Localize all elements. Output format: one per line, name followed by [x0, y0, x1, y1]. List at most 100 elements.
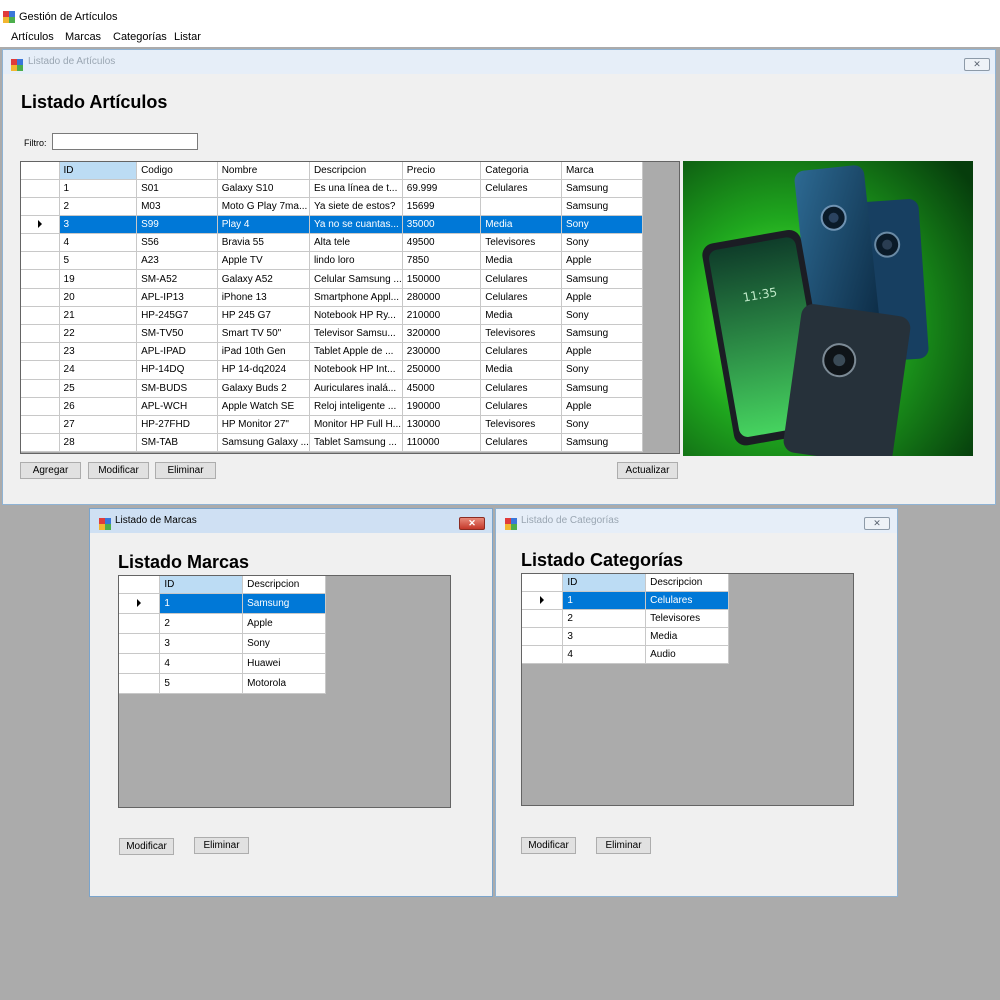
table-cell[interactable]: Smartphone Appl...	[309, 288, 403, 307]
table-cell[interactable]: Apple	[561, 251, 644, 271]
table-cell[interactable]: S99	[136, 215, 218, 235]
table-row[interactable]: 4 Huawei	[119, 653, 326, 674]
table-cell[interactable]: lindo loro	[309, 251, 403, 271]
table-cell[interactable]: Notebook HP Ry...	[309, 306, 403, 326]
row-header[interactable]	[21, 251, 60, 271]
row-header[interactable]	[21, 342, 60, 362]
table-row[interactable]: 1 Celulares	[522, 591, 729, 610]
table-cell[interactable]: Apple Watch SE	[217, 397, 310, 416]
table-cell[interactable]: Televisores	[480, 415, 562, 435]
row-header[interactable]	[21, 269, 60, 289]
table-cell[interactable]: Monitor HP Full H...	[309, 415, 403, 435]
table-cell[interactable]: 3	[562, 627, 647, 646]
row-header[interactable]	[119, 653, 161, 674]
table-cell[interactable]: Sony	[242, 633, 326, 654]
table-cell[interactable]: iPhone 13	[217, 288, 310, 307]
categorias-edit-button[interactable]: Modificar	[521, 837, 576, 854]
table-cell[interactable]: 3	[59, 215, 138, 235]
table-cell[interactable]: 25	[59, 379, 138, 398]
table-cell[interactable]: Sony	[561, 233, 644, 253]
table-cell[interactable]: Galaxy S10	[217, 179, 310, 198]
table-cell[interactable]: M03	[136, 197, 218, 216]
table-cell[interactable]: Ya no se cuantas...	[309, 215, 403, 235]
table-cell[interactable]: Samsung	[561, 269, 644, 289]
table-row[interactable]: 1 S01 Galaxy S10 Es una línea de t... 69.999…	[21, 179, 644, 198]
table-cell[interactable]: 19	[59, 269, 138, 289]
table-cell[interactable]: APL-WCH	[136, 397, 218, 416]
table-cell[interactable]: 230000	[402, 342, 482, 362]
table-cell[interactable]: SM-BUDS	[136, 379, 218, 398]
menu-marcas[interactable]: Marcas	[65, 31, 101, 43]
table-cell[interactable]: Es una línea de t...	[309, 179, 403, 198]
row-header[interactable]	[21, 379, 60, 398]
close-icon[interactable]: ✕	[459, 517, 485, 530]
row-header[interactable]	[21, 215, 60, 235]
table-cell[interactable]: Bravia 55	[217, 233, 310, 253]
column-header-descripcion[interactable]: Descripcion	[242, 576, 326, 594]
table-cell[interactable]: 4	[59, 233, 138, 253]
marcas-window-titlebar[interactable]: Listado de Marcas ✕	[90, 509, 492, 533]
table-cell[interactable]: 4	[159, 653, 244, 674]
row-header[interactable]	[21, 415, 60, 435]
marcas-grid[interactable]: ID Descripcion 1 Samsung 2 Apple 3 Sony 4 Huawe…	[118, 575, 451, 808]
table-cell[interactable]: 28	[59, 433, 138, 453]
table-cell[interactable]: 5	[159, 673, 244, 694]
table-cell[interactable]: 4	[562, 645, 647, 664]
articulos-grid[interactable]: ID Codigo Nombre Descripcion Precio Cate…	[20, 161, 680, 454]
table-cell[interactable]: 26	[59, 397, 138, 416]
table-cell[interactable]: 22	[59, 324, 138, 344]
row-header[interactable]	[522, 645, 564, 664]
table-cell[interactable]: Televisores	[480, 324, 562, 344]
table-cell[interactable]: 1	[159, 593, 244, 614]
table-row[interactable]: 26 APL-WCH Apple Watch SE Reloj inteligente…	[21, 397, 644, 416]
row-header[interactable]	[21, 179, 60, 198]
column-header-descripcion[interactable]: Descripcion	[645, 574, 729, 592]
table-cell[interactable]: HP-245G7	[136, 306, 218, 326]
table-cell[interactable]: Samsung	[561, 179, 644, 198]
table-row[interactable]: 19 SM-A52 Galaxy A52 Celular Samsung ... 150…	[21, 269, 644, 289]
row-header[interactable]	[522, 591, 564, 610]
categorias-delete-button[interactable]: Eliminar	[596, 837, 651, 854]
table-cell[interactable]: HP 245 G7	[217, 306, 310, 326]
table-cell[interactable]: 150000	[402, 269, 482, 289]
table-row[interactable]: 5 A23 Apple TV lindo loro 7850 Media Apple	[21, 251, 644, 271]
table-cell[interactable]: Media	[480, 306, 562, 326]
table-cell[interactable]: Media	[480, 251, 562, 271]
table-cell[interactable]: Samsung	[561, 324, 644, 344]
table-cell[interactable]: 280000	[402, 288, 482, 307]
table-cell[interactable]: Tablet Apple de ...	[309, 342, 403, 362]
table-cell[interactable]: 20	[59, 288, 138, 307]
row-header[interactable]	[21, 288, 60, 307]
table-row[interactable]: 28 SM-TAB Samsung Galaxy ... Tablet Samsung…	[21, 433, 644, 453]
table-cell[interactable]: Galaxy A52	[217, 269, 310, 289]
table-cell[interactable]: 21	[59, 306, 138, 326]
table-cell[interactable]: Samsung	[561, 433, 644, 453]
table-cell[interactable]: 2	[59, 197, 138, 216]
delete-button[interactable]: Eliminar	[155, 462, 216, 479]
table-cell[interactable]: SM-A52	[136, 269, 218, 289]
table-row[interactable]: 1 Samsung	[119, 593, 326, 614]
table-row[interactable]: 2 Televisores	[522, 609, 729, 628]
categorias-grid[interactable]: ID Descripcion 1 Celulares 2 Televisores 3 Me…	[521, 573, 854, 806]
table-cell[interactable]: Audio	[645, 645, 729, 664]
row-header[interactable]	[522, 609, 564, 628]
table-cell[interactable]: Notebook HP Int...	[309, 360, 403, 380]
marcas-delete-button[interactable]: Eliminar	[194, 837, 249, 854]
table-cell[interactable]: Play 4	[217, 215, 310, 235]
table-cell[interactable]: S56	[136, 233, 218, 253]
table-cell[interactable]: Sony	[561, 415, 644, 435]
table-cell[interactable]: Tablet Samsung ...	[309, 433, 403, 453]
row-header[interactable]	[21, 233, 60, 253]
close-icon[interactable]: ✕	[964, 58, 990, 71]
table-cell[interactable]: 69.999	[402, 179, 482, 198]
table-cell[interactable]: Media	[480, 360, 562, 380]
table-cell[interactable]: iPad 10th Gen	[217, 342, 310, 362]
row-header[interactable]	[21, 324, 60, 344]
table-cell[interactable]: 110000	[402, 433, 482, 453]
table-cell[interactable]: SM-TV50	[136, 324, 218, 344]
table-cell[interactable]: Apple	[561, 342, 644, 362]
table-cell[interactable]: Celulares	[480, 342, 562, 362]
table-cell[interactable]: HP-27FHD	[136, 415, 218, 435]
table-cell[interactable]: Samsung Galaxy ...	[217, 433, 310, 453]
row-header[interactable]	[21, 306, 60, 326]
